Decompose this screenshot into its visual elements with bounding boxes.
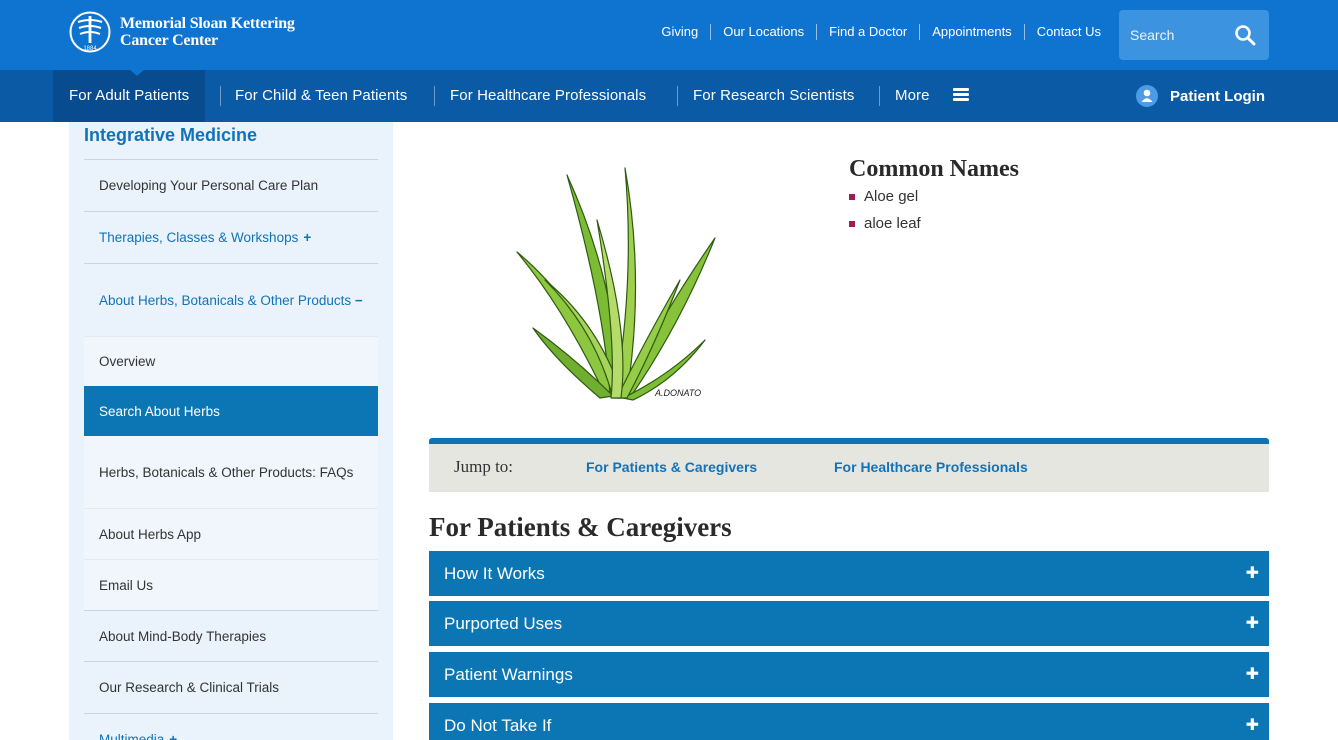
search-input[interactable]	[1130, 27, 1238, 43]
util-link-contact[interactable]: Contact Us	[1023, 24, 1101, 40]
search-box	[1119, 10, 1269, 60]
sidebar-item-label: Herbs, Botanicals & Other Products: FAQs	[99, 464, 354, 480]
jump-to-bar: Jump to: For Patients & Caregivers For H…	[429, 438, 1269, 492]
sidebar-item-label: Developing Your Personal Care Plan	[99, 178, 319, 193]
common-name-item: aloe leaf	[849, 213, 921, 240]
patient-login-label: Patient Login	[1170, 87, 1265, 105]
sidebar-item-personal-care-plan[interactable]: Developing Your Personal Care Plan	[84, 159, 378, 211]
section-title: For Patients & Caregivers	[429, 512, 732, 542]
nav-adult-patients[interactable]: For Adult Patients	[53, 70, 206, 122]
jump-to-label: Jump to:	[454, 457, 514, 476]
plus-icon[interactable]: ✚	[1246, 703, 1259, 740]
sidebar-item-label: Our Research & Clinical Trials	[99, 680, 280, 695]
accordion-label: Do Not Take If	[444, 716, 552, 735]
sidebar-item-label: Therapies, Classes & Workshops	[99, 230, 299, 245]
nav-more[interactable]: More	[895, 70, 930, 122]
menu-icon[interactable]	[953, 88, 969, 102]
sidebar-item-label: Overview	[99, 354, 156, 369]
sidebar-item-multimedia[interactable]: Multimedia +	[84, 713, 378, 740]
illustration-signature: A.DONATO	[654, 388, 701, 398]
top-header: 1884 Memorial Sloan Kettering Cancer Cen…	[0, 0, 1338, 70]
utility-nav: Giving Our Locations Find a Doctor Appoi…	[649, 24, 1101, 40]
plus-icon[interactable]: +	[303, 227, 311, 248]
logo[interactable]: 1884 Memorial Sloan Kettering Cancer Cen…	[69, 8, 309, 56]
sidebar-item-about-herbs[interactable]: About Herbs, Botanicals & Other Products…	[84, 263, 378, 336]
logo-line-2: Cancer Center	[120, 32, 218, 49]
nav-healthcare-professionals[interactable]: For Healthcare Professionals	[450, 70, 646, 122]
sidebar-title[interactable]: Integrative Medicine	[84, 125, 257, 146]
sidebar-item-research-trials[interactable]: Our Research & Clinical Trials	[84, 661, 378, 713]
accordion-purported-uses[interactable]: Purported Uses ✚	[429, 601, 1269, 646]
sidebar-item-label: About Herbs, Botanicals & Other Products…	[99, 290, 363, 311]
about-herbs-label: About Herbs, Botanicals & Other Products	[99, 292, 352, 308]
nav-research-scientists[interactable]: For Research Scientists	[693, 70, 855, 122]
accordion-do-not-take-if[interactable]: Do Not Take If ✚	[429, 703, 1269, 740]
nav-child-teen-patients[interactable]: For Child & Teen Patients	[235, 70, 407, 122]
logo-text: Memorial Sloan Kettering Cancer Center	[120, 15, 295, 49]
plus-icon[interactable]: +	[169, 729, 177, 740]
patient-login-button[interactable]: Patient Login	[1136, 83, 1265, 109]
sidebar-item-search-about-herbs[interactable]: Search About Herbs	[84, 386, 378, 436]
util-link-find-doctor[interactable]: Find a Doctor	[816, 24, 919, 40]
nav-divider	[879, 86, 880, 106]
accordion-how-it-works[interactable]: How It Works ✚	[429, 551, 1269, 596]
sidebar-item-overview[interactable]: Overview	[84, 336, 378, 386]
nav-divider	[434, 86, 435, 106]
accordion-patient-warnings[interactable]: Patient Warnings ✚	[429, 652, 1269, 697]
user-icon	[1136, 85, 1158, 107]
active-caret	[129, 69, 145, 76]
sidebar-item-label: Email Us	[99, 577, 154, 593]
sidebar-item-mind-body[interactable]: About Mind-Body Therapies	[84, 610, 378, 661]
util-link-locations[interactable]: Our Locations	[710, 24, 816, 40]
main-nav: For Adult Patients For Child & Teen Pati…	[0, 69, 1338, 122]
plus-icon[interactable]: ✚	[1246, 652, 1259, 697]
sidebar-item-herbs-app[interactable]: About Herbs App	[84, 508, 378, 559]
search-icon[interactable]	[1234, 24, 1256, 46]
sidebar: Integrative Medicine Developing Your Per…	[69, 122, 393, 740]
common-names-title: Common Names	[849, 156, 1019, 182]
nav-divider	[220, 86, 221, 106]
sidebar-item-email-us[interactable]: Email Us	[84, 559, 378, 610]
plus-icon[interactable]: ✚	[1246, 551, 1259, 596]
aloe-illustration: A.DONATO	[516, 167, 716, 401]
nav-divider	[677, 86, 678, 106]
jump-link-patients[interactable]: For Patients & Caregivers	[586, 459, 757, 475]
logo-line-1: Memorial Sloan Kettering	[120, 15, 295, 32]
sidebar-item-faqs[interactable]: Herbs, Botanicals & Other Products: FAQs	[84, 436, 378, 508]
logo-year: 1884	[83, 46, 97, 52]
util-link-appointments[interactable]: Appointments	[919, 24, 1024, 40]
sidebar-list: Developing Your Personal Care Plan Thera…	[84, 159, 378, 740]
sidebar-item-label: Search About Herbs	[99, 403, 220, 419]
accordion-label: Patient Warnings	[444, 665, 573, 684]
logo-mark-icon: 1884	[69, 11, 111, 53]
common-names-list: Aloe gel aloe leaf	[849, 186, 921, 240]
sidebar-item-therapies[interactable]: Therapies, Classes & Workshops +	[84, 211, 378, 263]
jump-link-professionals[interactable]: For Healthcare Professionals	[834, 459, 1028, 475]
plus-icon[interactable]: ✚	[1246, 601, 1259, 646]
minus-icon[interactable]: −	[355, 293, 363, 308]
common-name-item: Aloe gel	[849, 186, 921, 213]
accordion-label: How It Works	[444, 564, 545, 583]
util-link-giving[interactable]: Giving	[649, 24, 710, 40]
sidebar-item-label: About Mind-Body Therapies	[99, 628, 267, 644]
sidebar-item-label: About Herbs App	[99, 526, 202, 542]
accordion-label: Purported Uses	[444, 614, 563, 633]
sidebar-item-label: Multimedia	[99, 732, 165, 740]
